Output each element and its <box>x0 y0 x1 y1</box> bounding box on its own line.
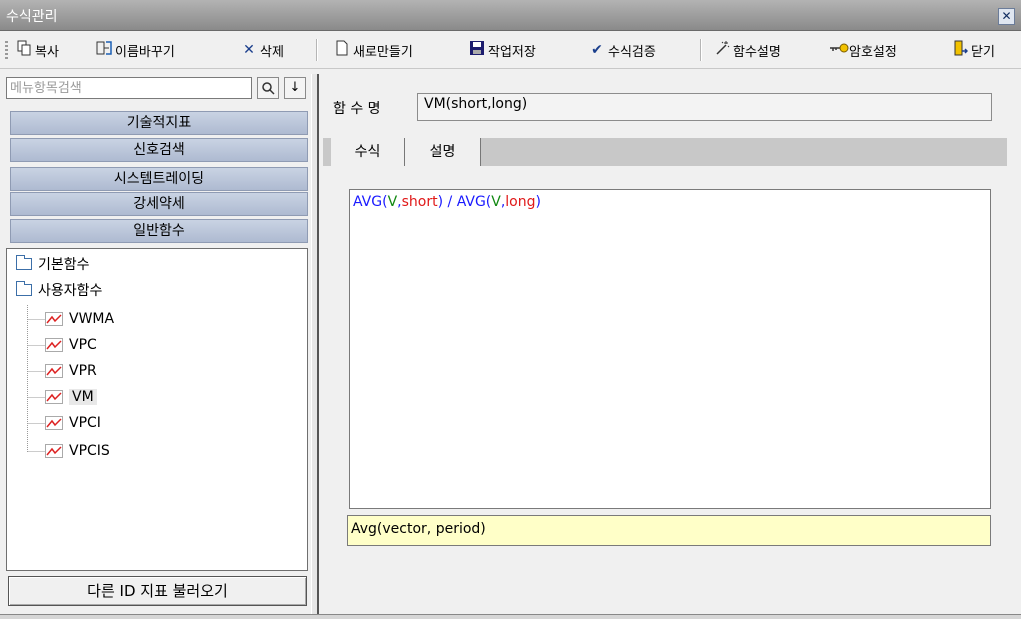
formula-token: AVG( <box>353 194 388 210</box>
checkmark-icon: ✔ <box>591 42 603 58</box>
function-name-label: 함 수 명 <box>333 101 381 117</box>
toolbar: 복사 이름바꾸기 ✕ 삭제 새로만들기 작업저장 ✔ 수식검증 함수설명 암호설… <box>0 31 1021 69</box>
arrow-down-icon: ↓ <box>289 80 301 95</box>
folder-icon <box>16 281 32 296</box>
function-description-button[interactable]: 함수설명 <box>713 40 781 60</box>
rename-button[interactable]: 이름바꾸기 <box>95 40 175 60</box>
folder-icon <box>16 255 32 270</box>
delete-button[interactable]: ✕ 삭제 <box>240 40 284 60</box>
delete-icon: ✕ <box>243 42 255 58</box>
chart-icon <box>45 390 63 404</box>
close-button[interactable]: 닫기 <box>951 40 995 60</box>
chart-icon <box>45 338 63 352</box>
rename-icon <box>95 40 113 60</box>
window-title: 수식관리 <box>6 9 58 25</box>
formula-token: ) / <box>437 194 457 210</box>
tree-item-label-selected: VM <box>69 389 97 405</box>
menu-item-general-functions[interactable]: 일반함수 <box>10 219 308 243</box>
tree-item-vpr[interactable]: VPR <box>45 360 97 382</box>
new-button[interactable]: 새로만들기 <box>333 40 413 60</box>
title-bar: 수식관리 ✕ <box>0 0 1021 31</box>
formula-token: short <box>401 194 438 210</box>
delete-label: 삭제 <box>260 44 284 60</box>
tab-bar: 수식 설명 <box>323 138 1007 166</box>
search-button[interactable] <box>257 77 279 99</box>
tree-folder-basic-functions[interactable]: 기본함수 <box>16 253 90 275</box>
function-name-field[interactable]: VM(short,long) <box>417 93 992 121</box>
save-button[interactable]: 작업저장 <box>468 40 536 60</box>
function-hint: Avg(vector, period) <box>347 515 991 546</box>
magic-wand-icon <box>713 40 731 60</box>
tab-formula[interactable]: 수식 <box>331 138 405 166</box>
function-tree: 기본함수 사용자함수 VWMA VPC VPR VM VPCI VPCIS <box>6 248 308 571</box>
tree-folder-user-functions[interactable]: 사용자함수 <box>16 279 102 301</box>
formula-token: long <box>505 194 536 210</box>
password-button[interactable]: 암호설정 <box>829 40 897 60</box>
menu-item-technical-indicators[interactable]: 기술적지표 <box>10 111 308 135</box>
tree-item-vpcis[interactable]: VPCIS <box>45 440 110 462</box>
toolbar-separator <box>700 39 702 61</box>
function-description-label: 함수설명 <box>733 44 781 60</box>
tree-item-vwma[interactable]: VWMA <box>45 308 114 330</box>
panel-splitter[interactable] <box>311 74 319 614</box>
menu-item-system-trading[interactable]: 시스템트레이딩 <box>10 167 308 191</box>
chart-icon <box>45 364 63 378</box>
toolbar-separator <box>316 39 318 61</box>
rename-label: 이름바꾸기 <box>115 44 175 60</box>
copy-icon <box>15 40 33 60</box>
chart-icon <box>45 444 63 458</box>
tree-item-vpc[interactable]: VPC <box>45 334 97 356</box>
new-file-icon <box>333 40 351 60</box>
tree-item-label: VWMA <box>69 311 115 327</box>
verify-button[interactable]: ✔ 수식검증 <box>588 40 656 60</box>
formula-editor[interactable]: AVG(V,short) / AVG(V,long) <box>349 189 991 509</box>
menu-item-strength-weakness[interactable]: 강세약세 <box>10 192 308 216</box>
key-icon <box>829 42 849 58</box>
formula-token: AVG( <box>456 194 492 210</box>
tree-item-vm[interactable]: VM <box>45 386 97 408</box>
formula-token: V <box>387 194 398 210</box>
left-panel: ↓ 기술적지표 신호검색 시스템트레이딩 강세약세 일반함수 기본함수 사용자함… <box>4 74 309 612</box>
verify-label: 수식검증 <box>608 44 656 60</box>
close-window-button[interactable]: ✕ <box>998 8 1015 25</box>
copy-button[interactable]: 복사 <box>15 40 59 60</box>
toolbar-grip <box>5 41 8 59</box>
tab-description[interactable]: 설명 <box>405 138 481 166</box>
tree-item-label: VPC <box>69 337 97 353</box>
menu-item-signal-search[interactable]: 신호검색 <box>10 138 308 162</box>
save-label: 작업저장 <box>488 44 536 60</box>
chart-icon <box>45 416 63 430</box>
menu-search-input[interactable] <box>6 77 252 99</box>
new-label: 새로만들기 <box>353 44 413 60</box>
save-icon <box>468 40 486 60</box>
exit-door-icon <box>951 40 969 60</box>
load-other-id-button[interactable]: 다른 ID 지표 불러오기 <box>8 576 307 606</box>
tree-folder-label: 기본함수 <box>38 257 90 273</box>
tree-item-vpci[interactable]: VPCI <box>45 412 101 434</box>
tree-item-label: VPCIS <box>69 443 110 459</box>
download-button[interactable]: ↓ <box>284 77 306 99</box>
formula-token: ) <box>535 194 541 210</box>
tree-item-label: VPCI <box>69 415 101 431</box>
search-icon <box>261 82 275 99</box>
password-label: 암호설정 <box>849 44 897 60</box>
window-bottom-edge <box>0 614 1021 619</box>
copy-label: 복사 <box>35 44 59 60</box>
close-label: 닫기 <box>971 44 995 60</box>
tree-item-label: VPR <box>69 363 97 379</box>
tree-folder-label: 사용자함수 <box>38 283 103 299</box>
formula-token: V <box>491 194 501 210</box>
chart-icon <box>45 312 63 326</box>
